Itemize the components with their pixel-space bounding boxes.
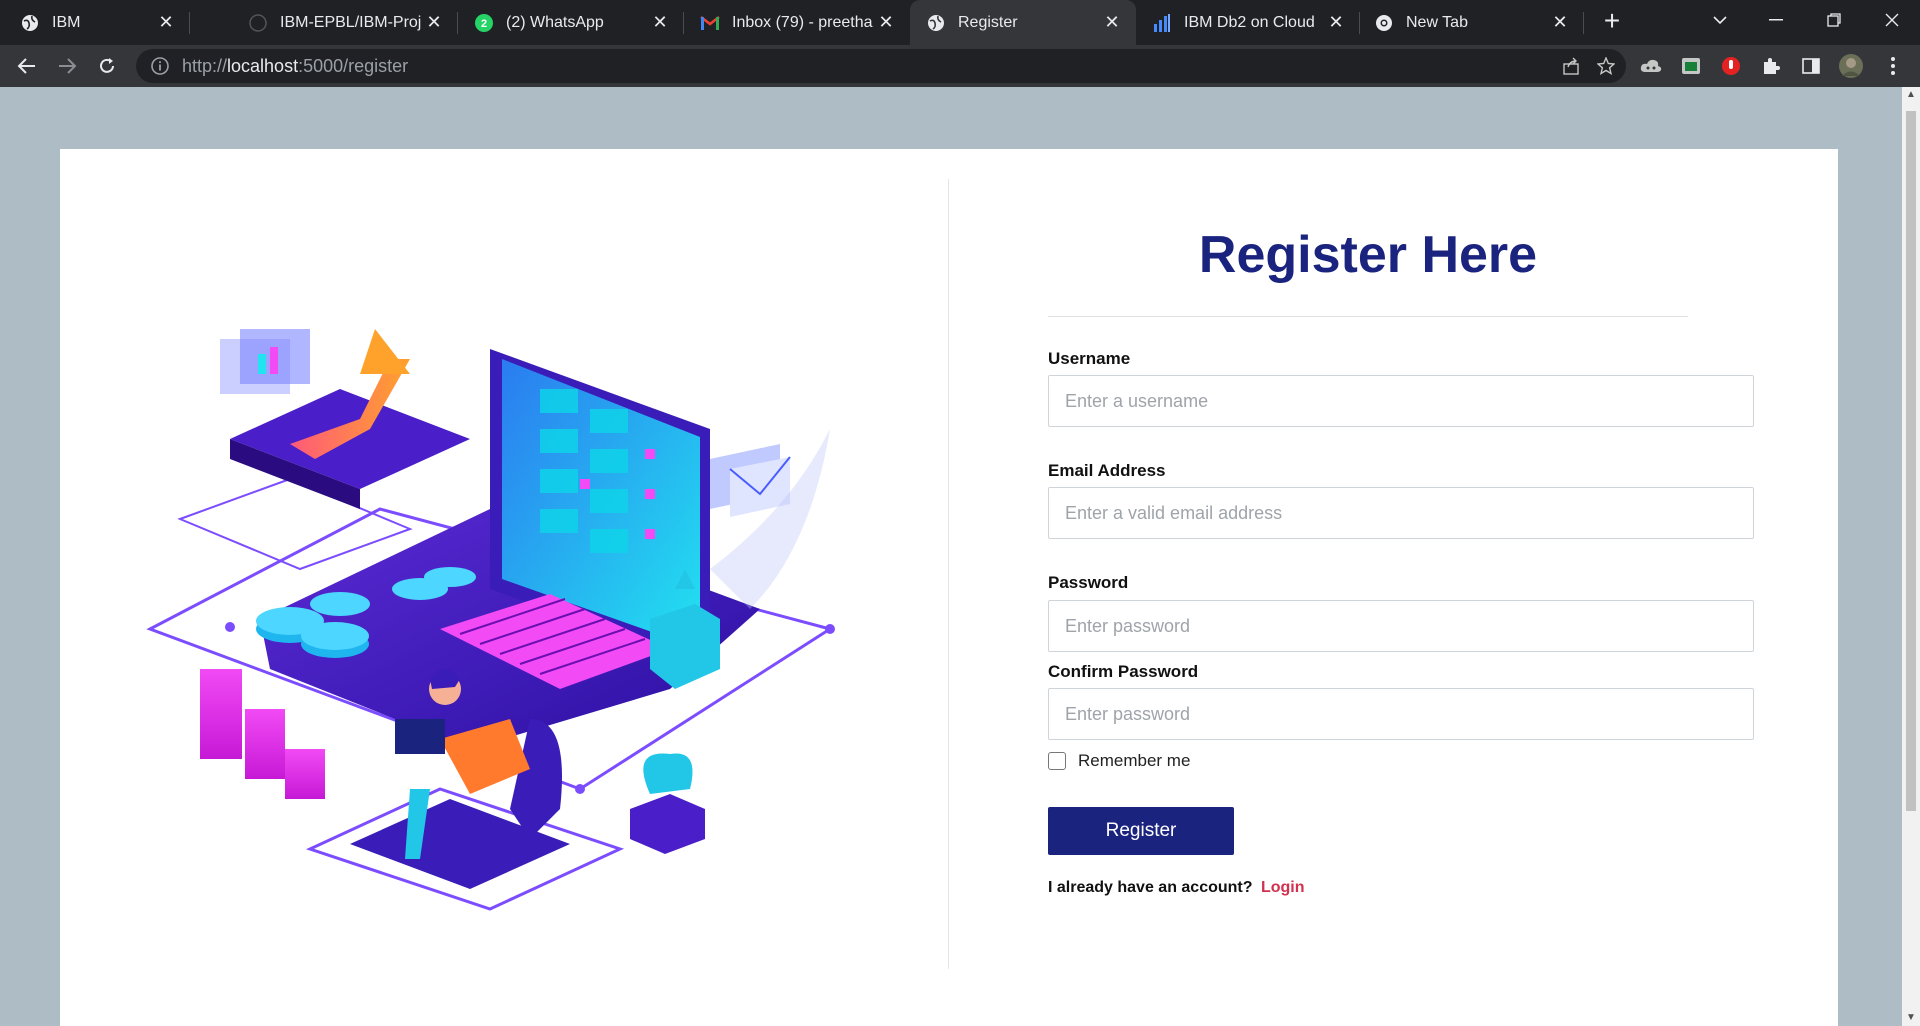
avatar[interactable]: [1838, 53, 1864, 79]
side-panel-icon[interactable]: [1798, 53, 1824, 79]
extension-shield-icon[interactable]: [1718, 53, 1744, 79]
username-input[interactable]: [1048, 375, 1754, 427]
tab-title: IBM Db2 on Cloud: [1184, 13, 1315, 31]
extension-sheet-icon[interactable]: [1678, 53, 1704, 79]
svg-text:2: 2: [481, 18, 487, 30]
tab-db2[interactable]: IBM Db2 on Cloud ✕: [1136, 0, 1360, 45]
page-title: Register Here: [1198, 226, 1538, 284]
register-button[interactable]: Register: [1048, 807, 1234, 855]
username-label: Username: [1048, 349, 1131, 368]
close-icon[interactable]: ✕: [422, 12, 446, 33]
remember-me-checkbox[interactable]: [1048, 752, 1066, 770]
tab-title: Inbox (79) - preetha.a: [732, 13, 874, 31]
window-close-icon[interactable]: [1864, 0, 1920, 40]
login-prompt-text: I already have an account?: [1048, 879, 1253, 896]
password-input[interactable]: [1048, 600, 1754, 652]
reload-icon[interactable]: [92, 51, 122, 81]
whatsapp-icon: 2: [474, 13, 494, 33]
tab-search-icon[interactable]: [1692, 0, 1748, 40]
tab-title: New Tab: [1406, 13, 1468, 31]
address-bar[interactable]: http://localhost:5000/register: [136, 49, 1626, 83]
browser-toolbar: http://localhost:5000/register: [0, 45, 1920, 87]
tab-github[interactable]: IBM-EPBL/IBM-Projec ✕: [232, 0, 458, 45]
tab-whatsapp[interactable]: 2 (2) WhatsApp ✕: [458, 0, 684, 45]
url-text: http://localhost:5000/register: [182, 55, 409, 76]
close-icon[interactable]: ✕: [1100, 12, 1124, 33]
close-icon[interactable]: ✕: [154, 12, 178, 33]
tab-title: IBM-EPBL/IBM-Projec: [280, 13, 422, 31]
scrollbar-thumb[interactable]: [1906, 111, 1916, 811]
new-tab-button[interactable]: +: [1598, 7, 1626, 36]
password-label: Password: [1048, 573, 1129, 592]
kebab-menu-icon[interactable]: [1880, 53, 1906, 79]
page-scrollbar[interactable]: ▲ ▼: [1902, 87, 1920, 1026]
scroll-down-icon[interactable]: ▼: [1902, 1010, 1920, 1026]
vertical-divider: [948, 179, 949, 969]
tab-title: Register: [958, 13, 1018, 31]
title-divider: [1048, 316, 1688, 317]
page-viewport: Register Here Username Email Address Pas…: [0, 87, 1902, 1026]
browser-tab-strip: IBM ✕ IBM-EPBL/IBM-Projec ✕ 2 (2) WhatsA…: [0, 0, 1920, 45]
bookmark-star-icon[interactable]: [1586, 57, 1626, 75]
globe-icon: [20, 13, 40, 33]
confirm-password-label: Confirm Password: [1048, 662, 1199, 681]
close-icon[interactable]: ✕: [1324, 12, 1348, 33]
email-input[interactable]: [1048, 487, 1754, 539]
db2-icon: [1152, 13, 1172, 33]
remember-me-label: Remember me: [1078, 751, 1191, 770]
extension-cloud-icon[interactable]: [1638, 53, 1664, 79]
chrome-icon: [1374, 13, 1394, 33]
close-icon[interactable]: ✕: [874, 12, 898, 33]
login-link[interactable]: Login: [1261, 879, 1305, 896]
login-prompt: I already have an account? Login: [1048, 879, 1305, 897]
tab-title: (2) WhatsApp: [506, 13, 604, 31]
tab-ibm[interactable]: IBM ✕: [0, 0, 190, 45]
forward-icon[interactable]: [52, 51, 82, 81]
tab-gmail[interactable]: Inbox (79) - preetha.a ✕: [684, 0, 910, 45]
email-label: Email Address: [1048, 461, 1166, 480]
gmail-icon: [700, 13, 720, 33]
info-icon[interactable]: [150, 56, 170, 76]
globe-icon: [926, 13, 946, 33]
workspace-illustration: [146, 329, 835, 911]
confirm-password-input[interactable]: [1048, 688, 1754, 740]
tab-title: IBM: [52, 13, 81, 31]
register-card: Register Here Username Email Address Pas…: [60, 149, 1838, 1026]
scroll-up-icon[interactable]: ▲: [1902, 87, 1920, 103]
restore-icon[interactable]: [1806, 0, 1862, 40]
close-icon[interactable]: ✕: [1548, 12, 1572, 33]
tab-new-tab[interactable]: New Tab ✕: [1360, 0, 1584, 45]
github-icon: [248, 13, 268, 33]
extensions-puzzle-icon[interactable]: [1758, 53, 1784, 79]
back-icon[interactable]: [12, 51, 42, 81]
close-icon[interactable]: ✕: [648, 12, 672, 33]
remember-me[interactable]: Remember me: [1048, 751, 1190, 771]
minimize-icon[interactable]: [1748, 0, 1804, 40]
tab-register[interactable]: Register ✕: [910, 0, 1136, 45]
share-icon[interactable]: [1556, 57, 1586, 75]
